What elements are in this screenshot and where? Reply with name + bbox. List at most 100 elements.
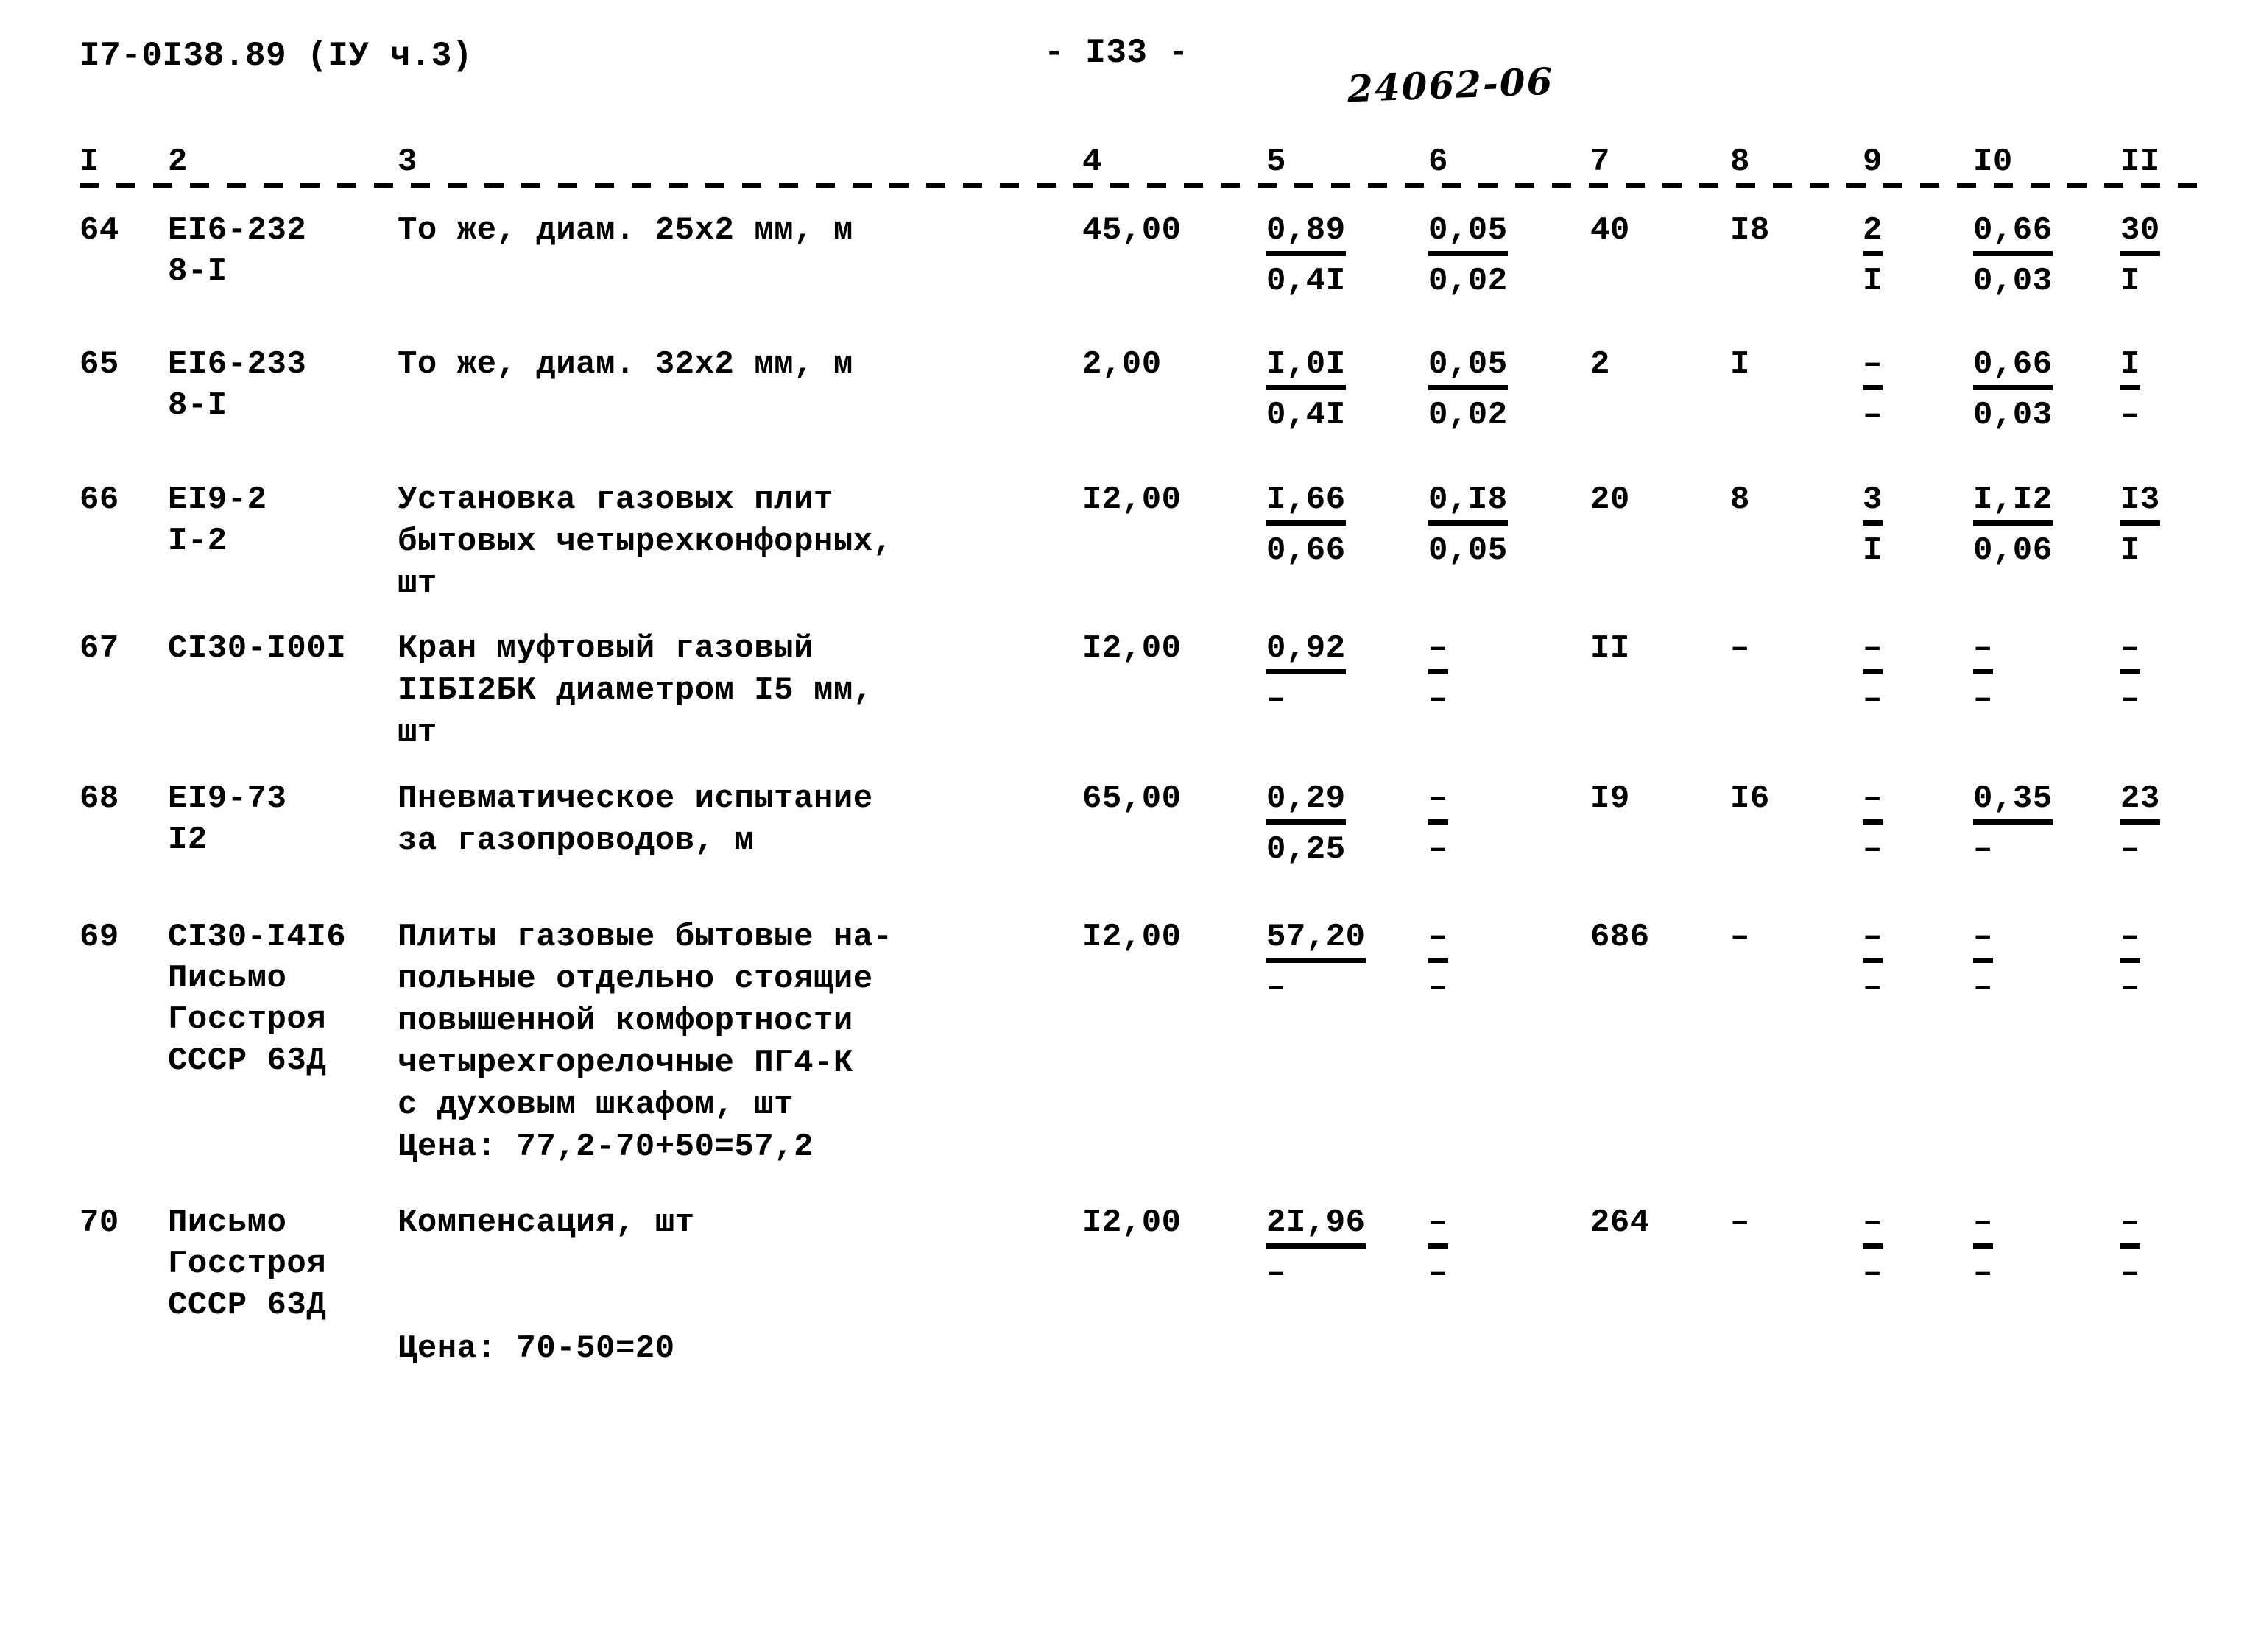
row-col6: 0,I8 0,05 xyxy=(1428,481,1508,569)
row-description: Кран муфтовый газовый IIБI2БК диаметром … xyxy=(398,630,873,751)
column-header-4: 4 xyxy=(1082,144,1102,180)
row-col10: 0,66 0,03 xyxy=(1973,212,2053,300)
row-col9: – – xyxy=(1863,346,1883,434)
row-col7: I9 xyxy=(1590,780,1630,817)
row-col8: – xyxy=(1730,919,1750,956)
handwritten-archive-number: 24062-06 xyxy=(1346,59,1555,111)
row-col9: – – xyxy=(1863,919,1883,1006)
table-row: 66 ЕI9-2 I-2 Установка газовых плит бытовы… xyxy=(0,479,2261,627)
row-col5: 2I,96– xyxy=(1266,1204,1366,1292)
row-quantity: I2,00 xyxy=(1082,481,1182,518)
row-col11: I3 I xyxy=(2120,481,2160,569)
row-number: 66 xyxy=(80,481,119,518)
row-col10: 0,35– xyxy=(1973,780,2053,868)
row-description: То же, диам. 25х2 мм, м xyxy=(398,212,853,249)
row-col10: I,I2 0,06 xyxy=(1973,481,2053,569)
row-col5: 57,20– xyxy=(1266,919,1366,1006)
row-code: ЕI9-2 I-2 xyxy=(168,481,267,560)
row-col5: 0,92– xyxy=(1266,630,1346,718)
row-col8: – xyxy=(1730,630,1750,667)
row-col11: 23– xyxy=(2120,780,2160,868)
column-header-row: I 2 3 4 5 6 7 8 9 I0 II xyxy=(0,144,2261,199)
table-row: 67 СI30-I00I Кран муфтовый газовый IIБI2БК… xyxy=(0,628,2261,776)
row-col8: – xyxy=(1730,1204,1750,1241)
row-col8: I8 xyxy=(1730,212,1770,249)
table-row: 69 СI30-I4I6 Письмо Госстроя СССР 63Д Плит… xyxy=(0,917,2261,1190)
row-col10: – – xyxy=(1973,1204,1993,1292)
row-col10: 0,66 0,03 xyxy=(1973,346,2053,434)
row-code: ЕI9-73 I2 xyxy=(168,780,287,858)
table-row: 64 ЕI6-232 8-I То же, диам. 25х2 мм, м 45,0… xyxy=(0,210,2261,316)
header-dashed-rule xyxy=(80,183,2200,188)
row-col9: – – xyxy=(1863,780,1883,868)
row-number: 67 xyxy=(80,630,119,667)
column-header-10: I0 xyxy=(1973,144,2013,180)
table-row: 68 ЕI9-73 I2 Пневматическое испытание за г… xyxy=(0,778,2261,884)
row-col6: 0,05 0,02 xyxy=(1428,212,1508,300)
column-header-7: 7 xyxy=(1590,144,1610,180)
row-col5: 0,89 0,4I xyxy=(1266,212,1346,300)
table-row: 65 ЕI6-233 8-I То же, диам. 32х2 мм, м 2,00… xyxy=(0,344,2261,450)
row-col6: – – xyxy=(1428,780,1448,868)
page-header: I7-0I38.89 (IУ ч.3) - I33 - 24062-06 xyxy=(0,0,2261,140)
row-quantity: 45,00 xyxy=(1082,212,1182,249)
row-col8: 8 xyxy=(1730,481,1750,518)
row-col9: 3I xyxy=(1863,481,1883,569)
column-header-5: 5 xyxy=(1266,144,1286,180)
row-col6: – – xyxy=(1428,630,1448,718)
row-col5: 0,29 0,25 xyxy=(1266,780,1346,868)
row-number: 65 xyxy=(80,346,119,383)
row-col10: – – xyxy=(1973,630,1993,718)
row-col10: – – xyxy=(1973,919,1993,1006)
row-description: Пневматическое испытание за газопроводов… xyxy=(398,780,873,859)
row-description: Компенсация, шт Цена: 70-50=20 xyxy=(398,1204,695,1367)
row-col11: – – xyxy=(2120,1204,2140,1292)
column-header-1: I xyxy=(80,144,99,180)
row-col7: 40 xyxy=(1590,212,1630,249)
row-col7: 2 xyxy=(1590,346,1610,383)
row-code: СI30-I00I xyxy=(168,630,347,667)
row-col9: – – xyxy=(1863,1204,1883,1292)
row-col9: – – xyxy=(1863,630,1883,718)
row-col8: I xyxy=(1730,346,1750,383)
row-number: 69 xyxy=(80,919,119,956)
column-header-9: 9 xyxy=(1863,144,1883,180)
column-header-6: 6 xyxy=(1428,144,1448,180)
row-col11: I – xyxy=(2120,346,2140,434)
row-description: Плиты газовые бытовые на- польные отдель… xyxy=(398,919,893,1165)
row-quantity: I2,00 xyxy=(1082,1204,1182,1241)
row-code: ЕI6-232 8-I xyxy=(168,212,307,290)
row-quantity: 65,00 xyxy=(1082,780,1182,817)
row-col7: 20 xyxy=(1590,481,1630,518)
row-col5: I,66 0,66 xyxy=(1266,481,1346,569)
row-col11: 30 I xyxy=(2120,212,2160,300)
row-description: Установка газовых плит бытовых четырехко… xyxy=(398,481,893,602)
row-col8: I6 xyxy=(1730,780,1770,817)
row-quantity: I2,00 xyxy=(1082,630,1182,667)
row-code: ЕI6-233 8-I xyxy=(168,346,307,424)
row-quantity: 2,00 xyxy=(1082,346,1162,383)
page-number: - I33 - xyxy=(1044,34,1189,72)
row-col6: 0,05 0,02 xyxy=(1428,346,1508,434)
row-col7: 264 xyxy=(1590,1204,1650,1241)
row-description: То же, диам. 32х2 мм, м xyxy=(398,346,853,383)
row-number: 68 xyxy=(80,780,119,817)
row-number: 70 xyxy=(80,1204,119,1241)
row-quantity: I2,00 xyxy=(1082,919,1182,956)
row-code: Письмо Госстроя СССР 63Д xyxy=(168,1204,327,1324)
row-col9: 2I xyxy=(1863,212,1883,300)
row-col11: – – xyxy=(2120,630,2140,718)
column-header-3: 3 xyxy=(398,144,417,180)
row-col7: 686 xyxy=(1590,919,1650,956)
row-col6: – – xyxy=(1428,919,1448,1006)
column-header-11: II xyxy=(2120,144,2160,180)
column-header-8: 8 xyxy=(1730,144,1750,180)
row-col7: II xyxy=(1590,630,1630,667)
row-col11: – – xyxy=(2120,919,2140,1006)
row-number: 64 xyxy=(80,212,119,249)
row-col5: I,0I 0,4I xyxy=(1266,346,1346,434)
document-code: I7-0I38.89 (IУ ч.3) xyxy=(80,37,473,75)
column-header-2: 2 xyxy=(168,144,188,180)
row-code: СI30-I4I6 Письмо Госстроя СССР 63Д xyxy=(168,919,347,1079)
row-col6: – – xyxy=(1428,1204,1448,1292)
